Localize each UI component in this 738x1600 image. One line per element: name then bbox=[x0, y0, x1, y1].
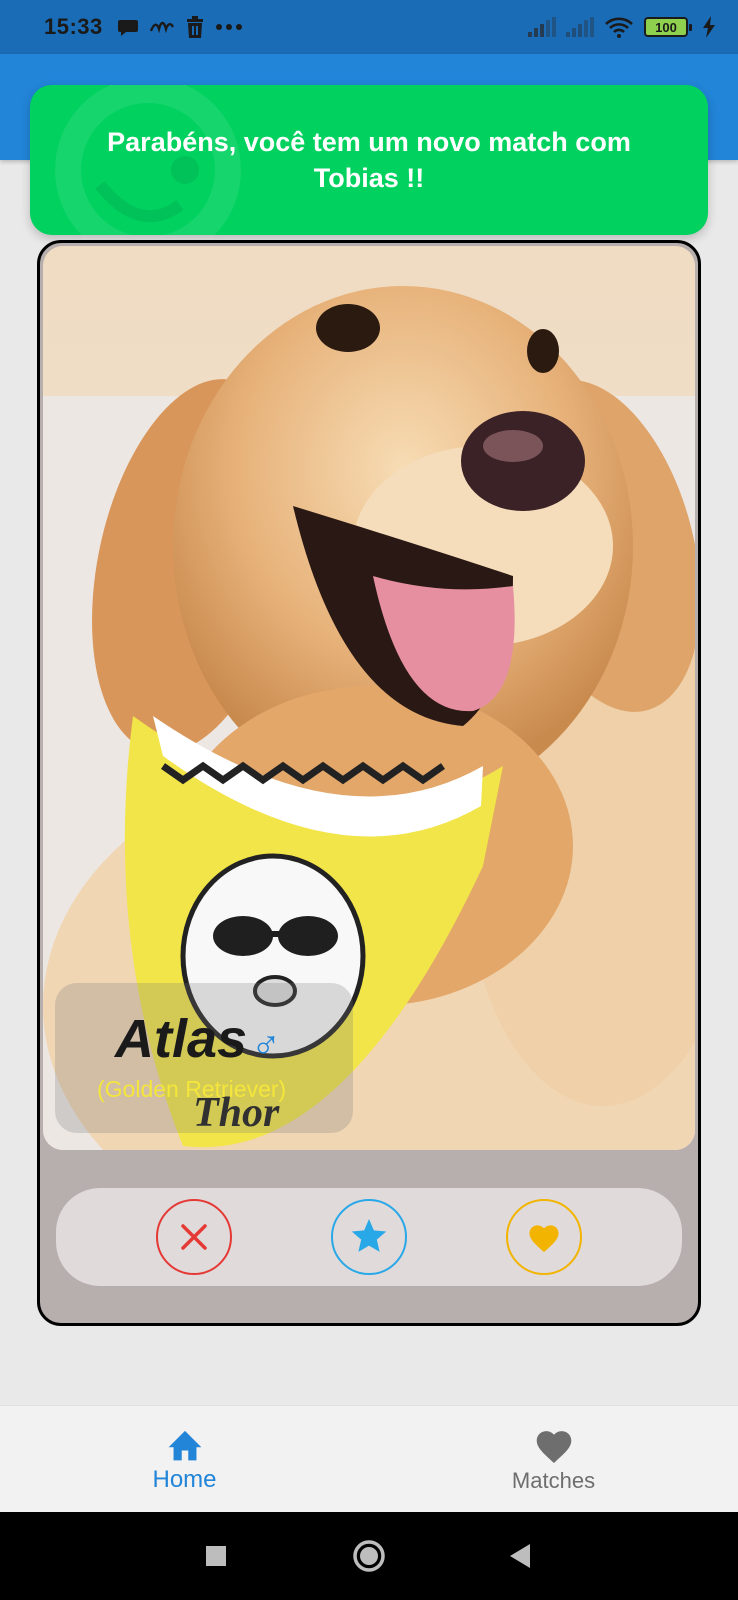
male-icon: ♂ bbox=[251, 1022, 282, 1066]
back-triangle-icon bbox=[510, 1544, 530, 1568]
status-bar: 15:33 100 bbox=[0, 0, 738, 54]
nav-matches-label: Matches bbox=[511, 1467, 596, 1493]
recent-apps-button[interactable] bbox=[194, 1534, 238, 1578]
chat-bubble-icon bbox=[117, 20, 138, 36]
pet-breed: (Golden Retriever) bbox=[97, 1076, 287, 1102]
system-navigation-bar bbox=[0, 1512, 738, 1600]
nav-home[interactable]: Home bbox=[0, 1406, 369, 1513]
super-like-button[interactable] bbox=[331, 1199, 407, 1275]
app-screen: 15:33 100 Parabéns, você tem um novo mat… bbox=[0, 0, 738, 1600]
more-dots-icon bbox=[215, 24, 242, 30]
like-button[interactable] bbox=[506, 1199, 582, 1275]
battery-icon: 100 bbox=[644, 17, 692, 37]
star-icon bbox=[351, 1219, 387, 1252]
nav-matches[interactable]: Matches bbox=[369, 1406, 738, 1513]
back-button[interactable] bbox=[498, 1534, 542, 1578]
notification-icons bbox=[117, 16, 243, 38]
app-logo-icon bbox=[149, 21, 174, 34]
signal-icon bbox=[566, 17, 594, 37]
pet-name: Atlas bbox=[115, 1009, 248, 1069]
bottom-navigation: Home Matches bbox=[0, 1405, 738, 1512]
match-message: Parabéns, você tem um novo match com Tob… bbox=[107, 127, 631, 193]
home-icon bbox=[168, 1430, 201, 1460]
charging-icon bbox=[703, 16, 715, 38]
match-notification: Parabéns, você tem um novo match com Tob… bbox=[30, 85, 708, 235]
trash-icon bbox=[186, 16, 203, 38]
square-icon bbox=[206, 1546, 226, 1566]
status-right: 100 bbox=[528, 16, 716, 38]
circle-icon bbox=[353, 1540, 385, 1572]
pet-card[interactable]: Thor bbox=[37, 240, 701, 1326]
heart-icon bbox=[529, 1225, 559, 1253]
nav-home-label: Home bbox=[152, 1465, 217, 1493]
close-icon bbox=[181, 1224, 207, 1250]
signal-icon bbox=[528, 17, 556, 37]
home-system-button[interactable] bbox=[347, 1534, 391, 1578]
dislike-button[interactable] bbox=[156, 1199, 232, 1275]
card-actions bbox=[56, 1188, 682, 1286]
heart-icon bbox=[536, 1430, 571, 1463]
status-time: 15:33 bbox=[44, 14, 103, 39]
wifi-icon bbox=[605, 17, 633, 38]
pet-name-line: Atlas ♂ bbox=[115, 1008, 281, 1070]
